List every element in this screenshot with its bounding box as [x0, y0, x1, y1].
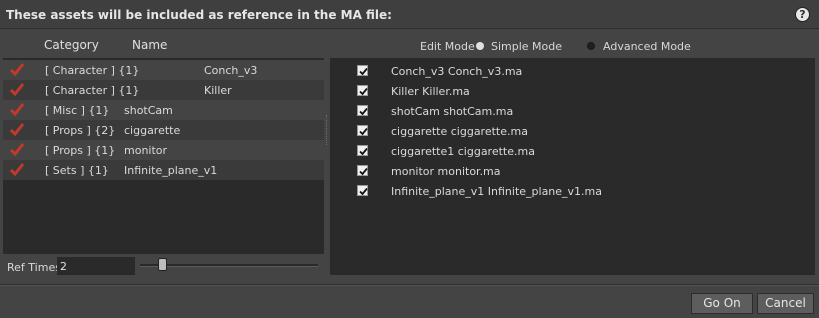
- simple-mode-label[interactable]: Simple Mode: [491, 40, 562, 53]
- list-item[interactable]: [ Props ] {1} monitor: [3, 140, 324, 160]
- checkmark-icon[interactable]: [10, 163, 24, 176]
- checkbox[interactable]: [357, 125, 368, 136]
- ref-times-label: Ref Times: [7, 261, 61, 274]
- reference-file-label: Killer Killer.ma: [391, 85, 470, 98]
- checkmark-icon: [359, 107, 368, 116]
- help-icon[interactable]: ?: [795, 7, 810, 22]
- asset-category: [ Sets ] {1}: [45, 164, 109, 177]
- asset-name: monitor: [124, 144, 168, 157]
- checkbox[interactable]: [357, 105, 368, 116]
- reference-file-label: Conch_v3 Conch_v3.ma: [391, 65, 523, 78]
- asset-category: [ Props ] {1}: [45, 144, 116, 157]
- column-header-category[interactable]: Category: [44, 38, 99, 52]
- advanced-mode-radio[interactable]: [587, 42, 595, 50]
- list-item[interactable]: ciggarette ciggarette.ma: [330, 121, 815, 141]
- checkbox[interactable]: [357, 165, 368, 176]
- asset-name: shotCam: [124, 104, 173, 117]
- category-asset-list: [ Character ] {1} Conch_v3 [ Character ]…: [3, 58, 324, 254]
- footer-divider: [0, 284, 819, 286]
- checkbox[interactable]: [357, 145, 368, 156]
- dialog-title-bar: These assets will be included as referen…: [0, 0, 819, 29]
- list-item[interactable]: monitor monitor.ma: [330, 161, 815, 181]
- list-item[interactable]: ciggarette1 ciggarette.ma: [330, 141, 815, 161]
- list-item[interactable]: Infinite_plane_v1 Infinite_plane_v1.ma: [330, 181, 815, 201]
- reference-file-label: Infinite_plane_v1 Infinite_plane_v1.ma: [391, 185, 603, 198]
- checkmark-icon[interactable]: [10, 63, 24, 76]
- checkmark-icon: [359, 187, 368, 196]
- reference-file-label: monitor monitor.ma: [391, 165, 501, 178]
- asset-category: [ Misc ] {1}: [45, 104, 110, 117]
- reference-file-label: shotCam shotCam.ma: [391, 105, 514, 118]
- checkmark-icon: [359, 87, 368, 96]
- asset-name: Infinite_plane_v1: [124, 164, 218, 177]
- checkbox[interactable]: [357, 85, 368, 96]
- list-item[interactable]: shotCam shotCam.ma: [330, 101, 815, 121]
- asset-name: Killer: [204, 84, 232, 97]
- list-item[interactable]: [ Character ] {1} Conch_v3: [3, 60, 324, 80]
- reference-file-label: ciggarette ciggarette.ma: [391, 125, 528, 138]
- cancel-button[interactable]: Cancel: [757, 293, 814, 314]
- checkbox[interactable]: [357, 185, 368, 196]
- advanced-mode-label[interactable]: Advanced Mode: [603, 40, 691, 53]
- list-item[interactable]: [ Misc ] {1} shotCam: [3, 100, 324, 120]
- list-item[interactable]: Conch_v3 Conch_v3.ma: [330, 61, 815, 81]
- list-item[interactable]: [ Character ] {1} Killer: [3, 80, 324, 100]
- asset-name: Conch_v3: [204, 64, 258, 77]
- dialog-title: These assets will be included as referen…: [6, 8, 392, 22]
- column-header-name[interactable]: Name: [132, 38, 167, 52]
- simple-mode-radio[interactable]: [476, 42, 484, 50]
- ref-times-slider-handle[interactable]: [158, 258, 167, 271]
- checkmark-icon[interactable]: [10, 83, 24, 96]
- checkmark-icon[interactable]: [10, 103, 24, 116]
- checkmark-icon: [359, 147, 368, 156]
- checkmark-icon[interactable]: [10, 123, 24, 136]
- reference-file-label: ciggarette1 ciggarette.ma: [391, 145, 535, 158]
- asset-category: [ Character ] {1}: [45, 64, 140, 77]
- go-on-button[interactable]: Go On: [691, 293, 753, 314]
- checkmark-icon: [359, 67, 368, 76]
- list-item[interactable]: Killer Killer.ma: [330, 81, 815, 101]
- reference-file-list: Conch_v3 Conch_v3.ma Killer Killer.ma sh…: [330, 58, 815, 275]
- checkmark-icon: [359, 127, 368, 136]
- asset-category: [ Props ] {2}: [45, 124, 116, 137]
- checkmark-icon[interactable]: [10, 143, 24, 156]
- asset-name: ciggarette: [124, 124, 181, 137]
- checkmark-icon: [359, 167, 368, 176]
- panel-splitter-handle[interactable]: [326, 115, 328, 145]
- asset-category: [ Character ] {1}: [45, 84, 140, 97]
- edit-mode-label: Edit Mode: [420, 40, 475, 53]
- list-item[interactable]: [ Props ] {2} ciggarette: [3, 120, 324, 140]
- checkbox[interactable]: [357, 65, 368, 76]
- list-item[interactable]: [ Sets ] {1} Infinite_plane_v1: [3, 160, 324, 180]
- ref-times-input[interactable]: [57, 257, 135, 275]
